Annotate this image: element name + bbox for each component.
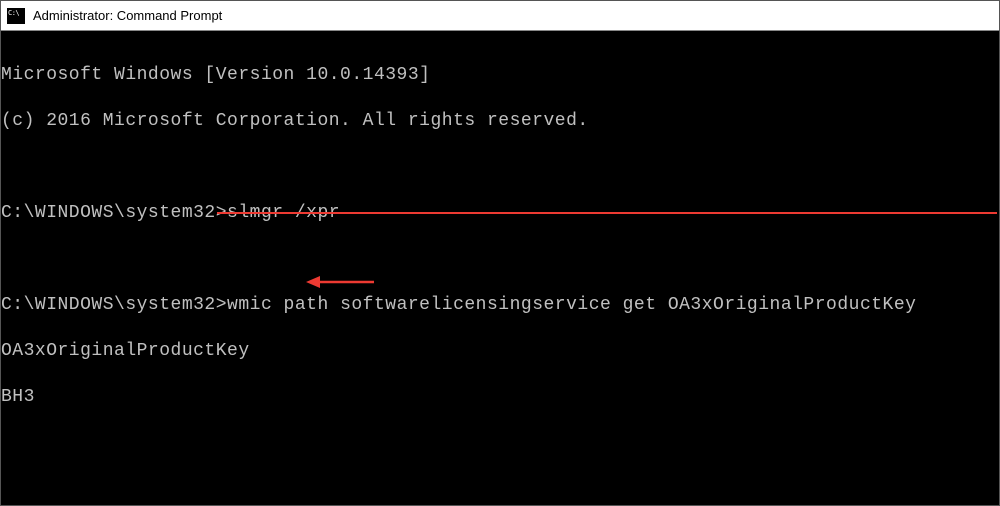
prompt-text: C:\WINDOWS\system32> [1, 203, 227, 223]
output-value: BH3 [1, 386, 999, 409]
titlebar[interactable]: Administrator: Command Prompt [1, 1, 999, 31]
cmd-icon [7, 8, 25, 24]
command-line-2: C:\WINDOWS\system32>wmic path softwareli… [1, 294, 999, 317]
banner-line-1: Microsoft Windows [Version 10.0.14393] [1, 64, 999, 87]
terminal-area[interactable]: Microsoft Windows [Version 10.0.14393] (… [1, 31, 999, 505]
annotation-arrow-icon [306, 228, 376, 336]
blank-line [1, 478, 999, 501]
banner-line-2: (c) 2016 Microsoft Corporation. All righ… [1, 110, 999, 133]
blank-line [1, 248, 999, 271]
output-header: OA3xOriginalProductKey [1, 340, 999, 363]
window-title: Administrator: Command Prompt [33, 8, 222, 23]
prompt-text: C:\WINDOWS\system32> [1, 295, 227, 315]
blank-line [1, 432, 999, 455]
blank-line [1, 156, 999, 179]
annotation-underline [217, 212, 997, 214]
command-prompt-window: Administrator: Command Prompt Microsoft … [0, 0, 1000, 506]
